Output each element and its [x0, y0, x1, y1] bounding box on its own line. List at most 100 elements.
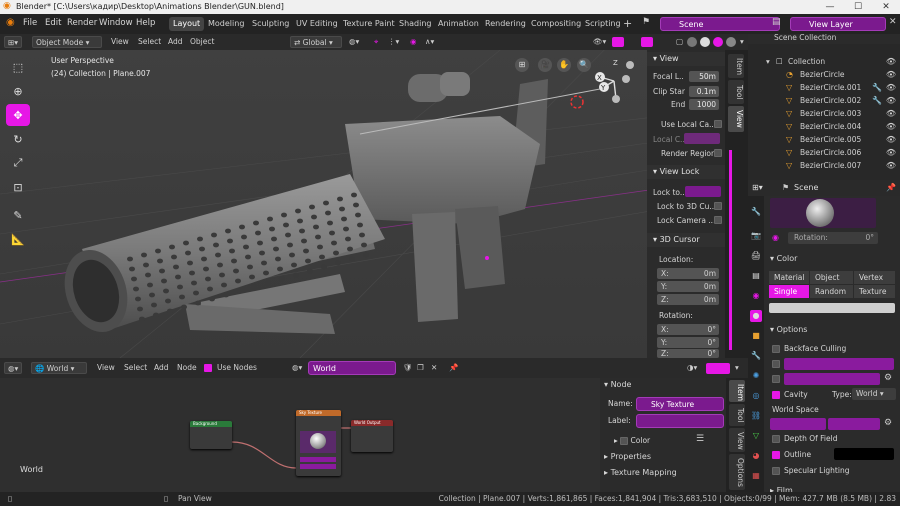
- scene-props-tab-icon[interactable]: ◉: [750, 290, 762, 302]
- location-z-field[interactable]: Z: 0m: [657, 294, 719, 305]
- outliner-item[interactable]: ▽ BezierCircle.005 👁: [748, 133, 900, 146]
- view-lock-section-header[interactable]: ▾ View Lock: [647, 165, 725, 179]
- transform-orientation-dropdown[interactable]: ⇄ Global ▾: [290, 36, 342, 48]
- render-region-checkbox[interactable]: [714, 149, 722, 157]
- color-vertex-button[interactable]: Vertex: [854, 271, 895, 284]
- sidebar-tab-tool[interactable]: Tool: [728, 80, 744, 104]
- outliner-scene-collection[interactable]: Scene Collection: [748, 34, 900, 44]
- unlink-icon[interactable]: ✕: [428, 362, 440, 374]
- menu-help[interactable]: Help: [136, 18, 155, 28]
- particles-props-icon[interactable]: ✺: [750, 370, 762, 382]
- constraints-props-icon[interactable]: ⛓: [750, 410, 762, 422]
- world-props-icon[interactable]: ●: [750, 310, 762, 322]
- shadow-field[interactable]: [784, 373, 880, 385]
- outline-checkbox[interactable]: [772, 451, 780, 459]
- sky-texture-node[interactable]: Sky Texture: [296, 410, 341, 476]
- xray-alpha-field[interactable]: [784, 358, 894, 370]
- lock-to-object-field[interactable]: [685, 186, 721, 197]
- tab-animation[interactable]: Animation: [434, 17, 483, 31]
- texture-mapping-section-header[interactable]: ▸ Texture Mapping: [604, 468, 677, 477]
- node-label-field[interactable]: [636, 414, 724, 428]
- cavity-checkbox[interactable]: [772, 391, 780, 399]
- world-output-node[interactable]: World Output: [351, 420, 393, 452]
- gizmo-toggle-icon[interactable]: [612, 37, 624, 47]
- tab-scripting[interactable]: Scripting: [581, 17, 625, 31]
- 3d-cursor-section-header[interactable]: ▾ 3D Cursor: [647, 233, 725, 247]
- background-node[interactable]: Background: [190, 421, 232, 449]
- backdrop-icon[interactable]: ▾: [732, 362, 742, 374]
- depth-of-field-checkbox[interactable]: [772, 435, 780, 443]
- scene-icon[interactable]: ⚑: [642, 17, 650, 27]
- rotation-z-field[interactable]: Z: 0°: [657, 349, 719, 358]
- viewport-menu-select[interactable]: Select: [135, 36, 164, 48]
- properties-editor-type-icon[interactable]: ⊞▾: [752, 183, 763, 192]
- texture-props-icon[interactable]: ▦: [750, 470, 762, 482]
- render-props-icon[interactable]: 📷: [750, 230, 762, 242]
- color-random-button[interactable]: Random: [810, 285, 853, 298]
- menu-render[interactable]: Render: [67, 18, 97, 28]
- use-local-camera-checkbox[interactable]: [714, 120, 722, 128]
- visibility-icon[interactable]: 👁▾: [590, 36, 609, 48]
- rotate-tool[interactable]: ↻: [6, 128, 30, 150]
- node-editor-canvas[interactable]: Background Sky Texture World Output Worl…: [0, 378, 600, 492]
- shading-rendered-icon[interactable]: [726, 37, 736, 47]
- color-material-button[interactable]: Material: [769, 271, 809, 284]
- close-icon[interactable]: ✕: [872, 0, 900, 14]
- outliner-collection[interactable]: ▾ ☐ Collection 👁: [748, 55, 900, 68]
- clip-start-field[interactable]: 0.1m: [689, 86, 719, 97]
- focal-length-field[interactable]: 50m: [689, 71, 719, 82]
- outliner-item[interactable]: ▽ BezierCircle.001 🔧 👁: [748, 81, 900, 94]
- snap-target-icon[interactable]: ⋮▾: [385, 36, 402, 48]
- annotate-tool[interactable]: ✎: [6, 204, 30, 226]
- view-section-header[interactable]: ▾ View: [647, 52, 725, 66]
- zoom-icon[interactable]: 🔍: [577, 58, 591, 72]
- falloff-icon[interactable]: ∧▾: [422, 36, 437, 48]
- outliner-item[interactable]: ▽ BezierCircle.003 👁: [748, 107, 900, 120]
- outliner-item[interactable]: ▽ BezierCircle.007 👁: [748, 159, 900, 172]
- overlay-toggle-icon[interactable]: [641, 37, 653, 47]
- shadow-checkbox[interactable]: [772, 375, 780, 383]
- color-object-button[interactable]: Object: [810, 271, 853, 284]
- outliner-item[interactable]: ▽ BezierCircle.004 👁: [748, 120, 900, 133]
- viewport-menu-add[interactable]: Add: [165, 36, 186, 48]
- node-color-toggle[interactable]: ▸ Color: [614, 436, 650, 445]
- sidebar-tab-item[interactable]: Item: [728, 54, 744, 78]
- viewport-menu-object[interactable]: Object: [187, 36, 217, 48]
- modifier-props-icon[interactable]: 🔧: [750, 350, 762, 362]
- color-section-header[interactable]: ▾ Color: [770, 254, 797, 263]
- scene-selector[interactable]: Scene: [660, 17, 780, 31]
- transform-tool[interactable]: ⊡: [6, 176, 30, 198]
- tab-compositing[interactable]: Compositing: [527, 17, 585, 31]
- world-space-valley-field[interactable]: [828, 418, 880, 430]
- menu-window[interactable]: Window: [99, 18, 133, 28]
- snap-icon[interactable]: ⌖: [371, 36, 381, 48]
- location-y-field[interactable]: Y: 0m: [657, 281, 719, 292]
- tool-props-icon[interactable]: 🔧: [750, 206, 762, 218]
- world-datablock-icon[interactable]: ◍▾: [289, 362, 305, 374]
- node-pin-icon[interactable]: 📌: [446, 362, 461, 374]
- select-box-tool[interactable]: ⬚: [6, 56, 30, 78]
- output-props-icon[interactable]: 🖨: [750, 250, 762, 262]
- editor-type-icon[interactable]: ⊞▾: [4, 36, 23, 48]
- node-menu-node[interactable]: Node: [174, 362, 200, 374]
- minimize-icon[interactable]: —: [816, 0, 844, 14]
- object-mode-dropdown[interactable]: Object Mode ▾: [32, 36, 102, 48]
- view-layer-selector[interactable]: View Layer: [790, 17, 886, 31]
- options-section-header[interactable]: ▾ Options: [770, 325, 807, 334]
- specular-lighting-checkbox[interactable]: [772, 467, 780, 475]
- tab-sculpting[interactable]: Sculpting: [248, 17, 293, 31]
- xray-icon[interactable]: ▢: [673, 36, 686, 48]
- clip-end-field[interactable]: 1000: [689, 99, 719, 110]
- lock-camera-checkbox[interactable]: [714, 216, 722, 224]
- tab-layout[interactable]: Layout: [169, 17, 205, 31]
- pivot-icon[interactable]: ◍▾: [346, 36, 362, 48]
- physics-props-icon[interactable]: ◎: [750, 390, 762, 402]
- proportional-edit-icon[interactable]: ◉: [407, 36, 420, 48]
- tab-shading[interactable]: Shading: [395, 17, 436, 31]
- close-view-layer-icon[interactable]: ✕: [889, 17, 897, 27]
- grid-view-icon[interactable]: ⊞: [515, 58, 529, 72]
- location-x-field[interactable]: X: 0m: [657, 268, 719, 279]
- cavity-type-dropdown[interactable]: World ▾: [852, 388, 896, 400]
- outline-color-swatch[interactable]: [834, 448, 894, 460]
- rotation-y-field[interactable]: Y: 0°: [657, 337, 719, 348]
